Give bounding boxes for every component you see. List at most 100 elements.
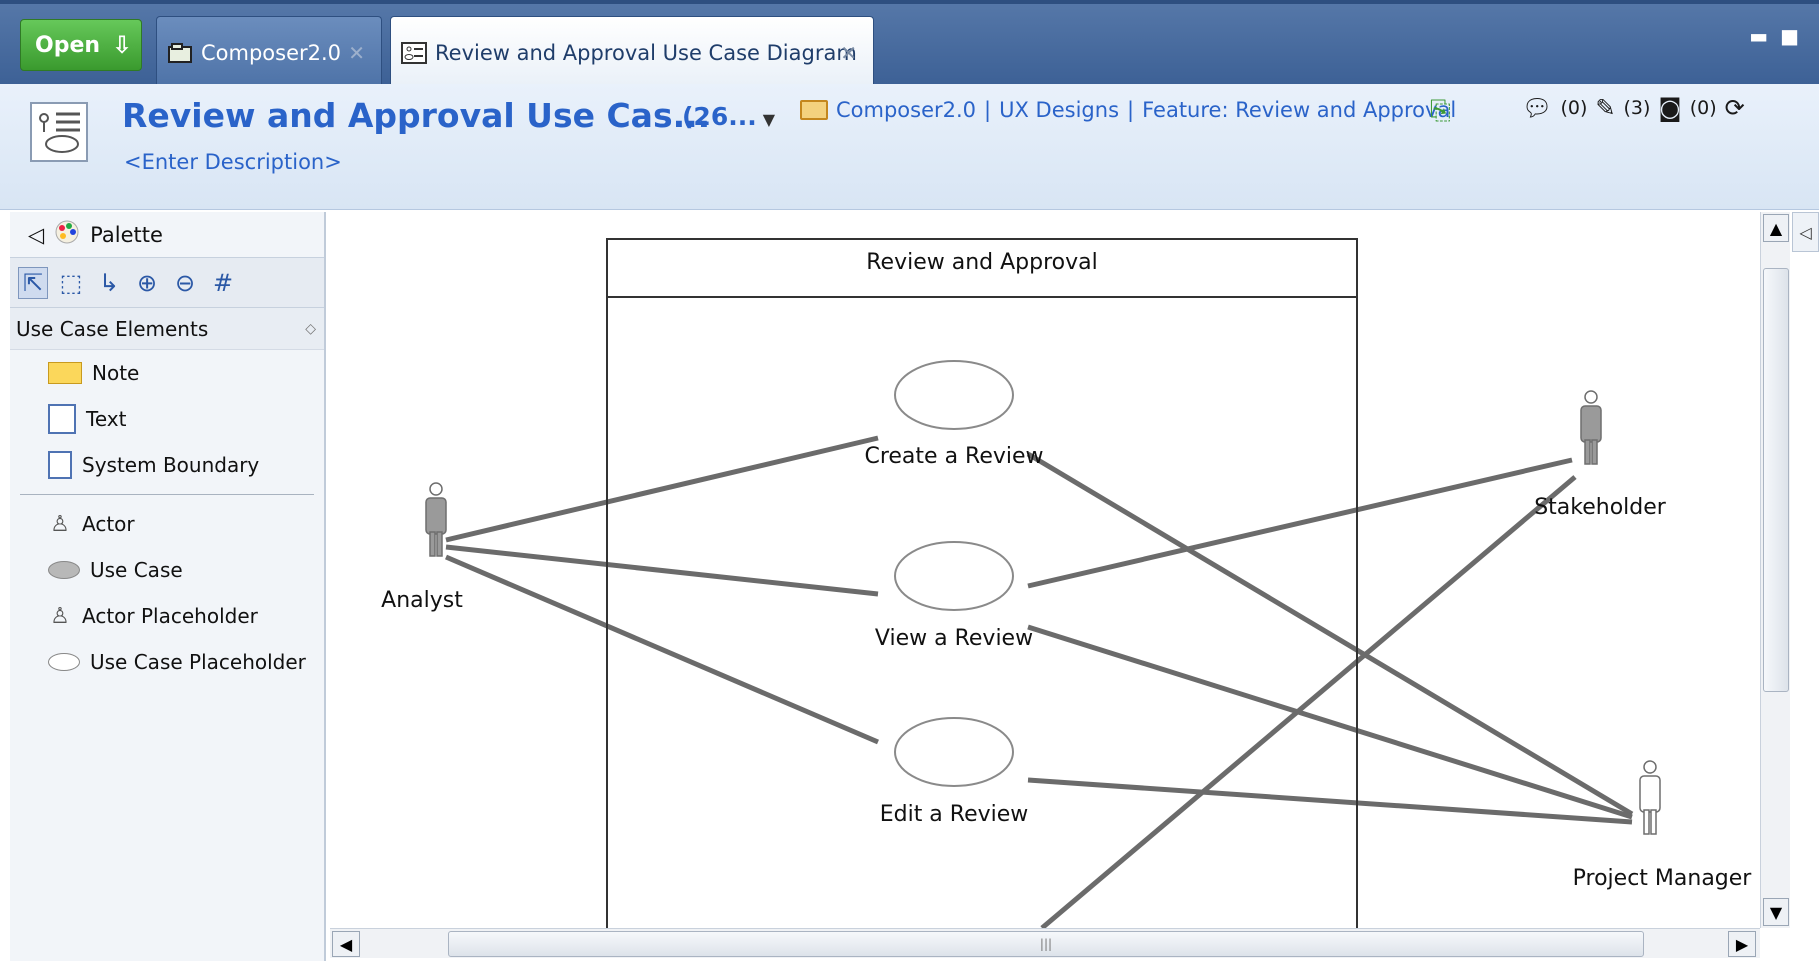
- scroll-down-icon[interactable]: ▼: [1763, 898, 1789, 926]
- actor-label: Stakeholder: [1534, 495, 1666, 520]
- connector-tool-icon[interactable]: ↳: [94, 267, 124, 299]
- close-icon[interactable]: ✕: [348, 41, 365, 65]
- breadcrumb-separator: |: [984, 98, 992, 122]
- palette-section-label: Use Case Elements: [16, 316, 209, 341]
- close-icon[interactable]: ✕: [840, 41, 857, 65]
- palette-item-label: System Boundary: [82, 453, 260, 477]
- actor-project-manager-icon[interactable]: [1639, 760, 1661, 835]
- palette-item-label: Text: [86, 407, 127, 431]
- edit-icon[interactable]: ✎: [1595, 94, 1615, 122]
- vertical-scrollbar[interactable]: ▲ ▼: [1760, 212, 1790, 928]
- tab-diagram-label: Review and Approval Use Case Diagram: [435, 40, 857, 65]
- actor-analyst-icon[interactable]: [425, 482, 447, 557]
- version-dropdown[interactable]: (26... ▼: [682, 102, 775, 131]
- system-boundary-title: Review and Approval: [866, 250, 1098, 275]
- diagram-icon: [401, 41, 427, 64]
- approval-count: (0): [1689, 97, 1717, 119]
- collapse-left-icon[interactable]: ◁: [28, 223, 44, 247]
- editor-tab-bar: Open ⇩ Composer2.0 ✕ Review and Approval…: [0, 0, 1819, 88]
- select-tool-icon[interactable]: ⇱: [18, 266, 48, 299]
- palette-toolbar: ⇱ ⬚ ↳ ⊕ ⊖ #: [10, 258, 324, 308]
- window-controls: ▬ ■: [1749, 24, 1799, 48]
- palette-header[interactable]: ◁ Palette: [10, 212, 324, 258]
- palette-divider: [20, 494, 314, 495]
- association-analyst-create[interactable]: [445, 435, 879, 543]
- palette-title: Palette: [90, 222, 163, 247]
- marquee-tool-icon[interactable]: ⬚: [56, 267, 86, 299]
- minimize-icon[interactable]: ▬: [1749, 24, 1768, 48]
- vertical-scroll-thumb[interactable]: [1763, 268, 1789, 692]
- breadcrumb-folder[interactable]: UX Designs: [999, 98, 1119, 122]
- breadcrumb-separator: |: [1127, 98, 1135, 122]
- description-field[interactable]: <Enter Description>: [124, 150, 342, 174]
- actor-label: Project Manager: [1572, 866, 1752, 891]
- artifact-counters: 💬︎ (0) ✎ (3) ◙ (0) ⟳: [1522, 94, 1745, 122]
- approval-icon[interactable]: ◙: [1658, 94, 1681, 122]
- tab-composer[interactable]: Composer2.0 ✕: [156, 16, 382, 88]
- page-title[interactable]: Review and Approval Use Cas...: [122, 96, 710, 135]
- chevron-down-icon: ▼: [762, 110, 776, 129]
- palette-item-use-case[interactable]: Use Case: [10, 547, 324, 593]
- scroll-left-icon[interactable]: ◀: [332, 931, 360, 957]
- palette-item-actor[interactable]: ♙ Actor: [10, 501, 324, 547]
- use-case-placeholder-icon: [48, 653, 80, 671]
- project-icon: [167, 42, 193, 64]
- use-case-icon: [48, 561, 80, 579]
- use-case-label: Create a Review: [864, 444, 1044, 469]
- horizontal-scrollbar[interactable]: ◀ ||| ▶: [330, 928, 1760, 958]
- use-case-view[interactable]: [894, 541, 1014, 611]
- edit-count: (3): [1623, 97, 1651, 119]
- diagram-svg: [425, 238, 1661, 928]
- tab-composer-label: Composer2.0: [201, 40, 342, 65]
- palette-item-use-case-placeholder[interactable]: Use Case Placeholder: [10, 639, 324, 685]
- folder-icon: [800, 100, 828, 120]
- scroll-right-icon[interactable]: ▶: [1728, 931, 1756, 957]
- palette-item-actor-placeholder[interactable]: ♙ Actor Placeholder: [10, 593, 324, 639]
- text-icon: [48, 404, 76, 434]
- system-boundary-icon: [48, 451, 72, 479]
- palette-item-text[interactable]: Text: [10, 396, 324, 442]
- palette-icon: [54, 219, 80, 250]
- association-view-stakeholder[interactable]: [1027, 457, 1573, 589]
- zoom-in-icon[interactable]: ⊕: [132, 267, 162, 299]
- use-case-create[interactable]: [894, 360, 1014, 430]
- horizontal-scroll-thumb[interactable]: |||: [448, 931, 1644, 957]
- association-stakeholder-boundary[interactable]: [1040, 475, 1577, 928]
- palette-panel: ◁ Palette ⇱ ⬚ ↳ ⊕ ⊖ # Use Case Elements …: [10, 212, 326, 961]
- expand-collapse-icon[interactable]: ◇: [305, 321, 316, 337]
- breadcrumb: Composer2.0 | UX Designs | Feature: Revi…: [800, 98, 1456, 122]
- palette-item-note[interactable]: Note: [10, 350, 324, 396]
- zoom-out-icon[interactable]: ⊖: [170, 267, 200, 299]
- use-case-label: View a Review: [874, 626, 1034, 651]
- diagram-canvas[interactable]: Review and Approval Create a Review View…: [330, 212, 1760, 928]
- palette-item-label: Use Case: [90, 558, 183, 582]
- open-button[interactable]: Open ⇩: [20, 19, 142, 71]
- maximize-icon[interactable]: ■: [1780, 24, 1799, 48]
- palette-item-label: Actor: [82, 512, 135, 536]
- refresh-icon[interactable]: ⟳: [1725, 94, 1745, 122]
- collapse-right-panel-icon[interactable]: ◁: [1792, 212, 1819, 252]
- comment-icon[interactable]: 💬︎: [1522, 94, 1552, 122]
- breadcrumb-project[interactable]: Composer2.0: [836, 98, 976, 122]
- add-link-icon[interactable]: ⎘: [1430, 96, 1451, 127]
- use-case-diagram-icon: [30, 102, 88, 162]
- actor-icon: ♙: [50, 511, 70, 537]
- palette-section-header[interactable]: Use Case Elements ◇: [10, 308, 324, 350]
- actor-label: Analyst: [381, 588, 463, 613]
- artifact-header: Review and Approval Use Cas... (26... ▼ <…: [0, 84, 1819, 210]
- palette-item-label: Note: [92, 361, 140, 385]
- actor-placeholder-icon: ♙: [50, 603, 70, 629]
- palette-item-label: Use Case Placeholder: [90, 650, 306, 674]
- actor-stakeholder-icon[interactable]: [1580, 390, 1602, 465]
- grid-icon[interactable]: #: [208, 267, 238, 299]
- download-arrow-icon: ⇩: [112, 31, 133, 59]
- tab-diagram[interactable]: Review and Approval Use Case Diagram ✕: [390, 16, 874, 88]
- scroll-up-icon[interactable]: ▲: [1763, 214, 1789, 242]
- palette-item-label: Actor Placeholder: [82, 604, 258, 628]
- use-case-edit[interactable]: [894, 717, 1014, 787]
- palette-item-system-boundary[interactable]: System Boundary: [10, 442, 324, 488]
- open-button-label: Open: [35, 32, 101, 58]
- use-case-label: Edit a Review: [879, 802, 1029, 827]
- breadcrumb-feature[interactable]: Feature: Review and Approval: [1142, 98, 1456, 122]
- version-label: (26...: [682, 102, 757, 131]
